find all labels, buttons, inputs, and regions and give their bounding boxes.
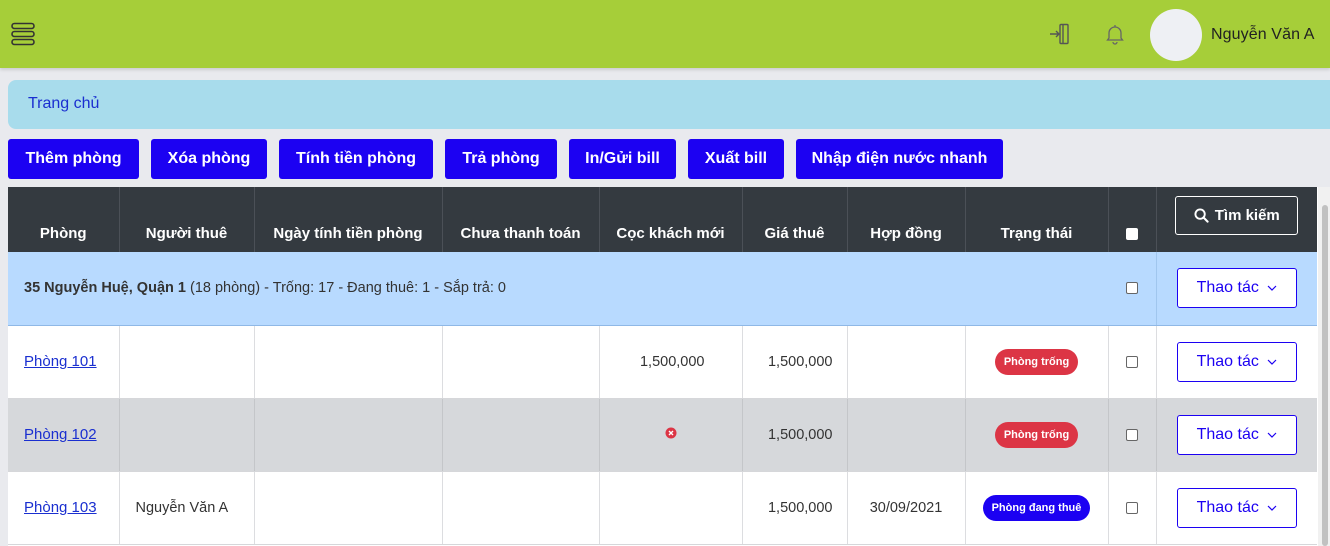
group-summary: (18 phòng) - Trống: 17 - Đang thuê: 1 - … xyxy=(190,280,506,297)
group-summary-cell: 35 Nguyễn Huệ, Quận 1 (18 phòng) - Trống… xyxy=(8,252,1108,326)
select-cell xyxy=(1108,325,1157,399)
scrollbar-thumb[interactable] xyxy=(1322,205,1328,546)
action-label: Thao tác xyxy=(1196,425,1259,443)
room-cell: Phòng 103 xyxy=(8,471,120,545)
billing-date-cell xyxy=(254,398,443,472)
chevron-down-icon xyxy=(1267,505,1277,511)
select-all-checkbox[interactable] xyxy=(1126,228,1138,241)
status-badge: Phòng trống xyxy=(994,421,1079,448)
billing-date-cell xyxy=(254,325,443,399)
export-bill-button[interactable]: Xuất bill xyxy=(688,139,784,179)
row-checkbox[interactable] xyxy=(1126,428,1138,441)
avatar[interactable] xyxy=(1150,9,1202,61)
action-cell: Thao tác xyxy=(1156,325,1317,399)
table-header-row: Phòng Người thuê Ngày tính tiền phòng Ch… xyxy=(8,187,1317,252)
top-bar: Nguyễn Văn A xyxy=(0,0,1330,68)
action-label: Thao tác xyxy=(1196,279,1259,297)
deposit-cell: 1,500,000 xyxy=(599,325,743,399)
column-header-status: Trạng thái xyxy=(965,187,1109,252)
group-action-cell: Thao tác xyxy=(1156,252,1317,326)
column-header-search: Tìm kiếm xyxy=(1156,187,1317,252)
breadcrumb-home-link[interactable]: Trang chủ xyxy=(28,95,99,113)
hamburger-icon[interactable] xyxy=(10,22,36,46)
status-badge: Phòng trống xyxy=(994,348,1079,375)
room-link[interactable]: Phòng 103 xyxy=(8,499,97,516)
status-cell: Phòng đang thuê xyxy=(965,471,1109,545)
logout-icon[interactable] xyxy=(1048,22,1072,46)
price-cell: 1,500,000 xyxy=(742,325,848,399)
column-header-deposit: Cọc khách mới xyxy=(599,187,743,252)
unpaid-cell xyxy=(442,471,600,545)
group-checkbox[interactable] xyxy=(1125,282,1138,295)
select-cell xyxy=(1108,398,1157,472)
column-header-tenant: Người thuê xyxy=(119,187,255,252)
price-cell: 1,500,000 xyxy=(742,471,848,545)
tenant-cell xyxy=(119,325,255,399)
column-header-contract: Hợp đồng xyxy=(847,187,966,252)
delete-room-button[interactable]: Xóa phòng xyxy=(151,139,267,179)
search-label: Tìm kiếm xyxy=(1214,207,1280,224)
action-label: Thao tác xyxy=(1196,352,1259,370)
group-select-cell xyxy=(1108,252,1157,326)
row-action-dropdown[interactable]: Thao tác xyxy=(1176,487,1297,528)
bell-icon[interactable] xyxy=(1103,22,1127,46)
breadcrumb: Trang chủ xyxy=(8,80,1330,129)
calc-room-fee-button[interactable]: Tính tiền phòng xyxy=(279,139,433,179)
quick-utility-input-button[interactable]: Nhập điện nước nhanh xyxy=(796,139,1003,179)
checkout-room-button[interactable]: Trả phòng xyxy=(445,139,557,179)
table-row: Phòng 103 Nguyễn Văn A 1,500,000 30/09/2… xyxy=(8,471,1317,545)
row-action-dropdown[interactable]: Thao tác xyxy=(1176,414,1297,455)
print-send-bill-button[interactable]: In/Gửi bill xyxy=(569,139,676,179)
unpaid-cell xyxy=(442,398,600,472)
table-row: Phòng 101 1,500,000 1,500,000 Phòng trốn… xyxy=(8,325,1317,399)
status-badge: Phòng đang thuê xyxy=(982,494,1091,521)
select-cell xyxy=(1108,471,1157,545)
contract-cell xyxy=(847,325,966,399)
price-cell: 1,500,000 xyxy=(742,398,848,472)
chevron-down-icon xyxy=(1267,285,1277,292)
room-link[interactable]: Phòng 101 xyxy=(8,353,97,370)
tenant-cell xyxy=(119,398,255,472)
billing-date-cell xyxy=(254,471,443,545)
action-cell: Thao tác xyxy=(1156,398,1317,472)
chevron-down-icon xyxy=(1267,432,1277,438)
contract-cell: 30/09/2021 xyxy=(847,471,966,545)
chevron-down-icon xyxy=(1267,359,1277,365)
group-row: 35 Nguyễn Huệ, Quận 1 (18 phòng) - Trống… xyxy=(8,252,1317,326)
column-header-billing-date: Ngày tính tiền phòng xyxy=(254,187,443,252)
contract-cell xyxy=(847,398,966,472)
room-cell: Phòng 101 xyxy=(8,325,120,399)
status-cell: Phòng trống xyxy=(965,398,1109,472)
action-label: Thao tác xyxy=(1196,498,1259,516)
deposit-cell xyxy=(599,398,743,472)
column-header-price: Giá thuê xyxy=(742,187,848,252)
deposit-cell xyxy=(599,471,743,545)
rooms-table: Phòng Người thuê Ngày tính tiền phòng Ch… xyxy=(8,187,1318,546)
room-cell: Phòng 102 xyxy=(8,398,120,472)
group-address: 35 Nguyễn Huệ, Quận 1 xyxy=(24,280,186,297)
row-checkbox[interactable] xyxy=(1126,501,1138,514)
column-header-select xyxy=(1108,187,1157,252)
status-cell: Phòng trống xyxy=(965,325,1109,399)
table-row: Phòng 102 1,500,000 Phòng trống Thao tác xyxy=(8,398,1317,472)
add-room-button[interactable]: Thêm phòng xyxy=(8,139,139,179)
user-name[interactable]: Nguyễn Văn A xyxy=(1211,26,1315,44)
tenant-cell: Nguyễn Văn A xyxy=(119,471,255,545)
x-circle-icon xyxy=(665,427,676,438)
row-action-dropdown[interactable]: Thao tác xyxy=(1176,341,1297,382)
group-action-dropdown[interactable]: Thao tác xyxy=(1176,268,1297,309)
unpaid-cell xyxy=(442,325,600,399)
column-header-unpaid: Chưa thanh toán xyxy=(442,187,600,252)
action-cell: Thao tác xyxy=(1156,471,1317,545)
search-button[interactable]: Tìm kiếm xyxy=(1175,196,1299,235)
column-header-room: Phòng xyxy=(8,187,120,252)
room-link[interactable]: Phòng 102 xyxy=(8,426,97,443)
row-checkbox[interactable] xyxy=(1126,355,1138,368)
search-icon xyxy=(1194,208,1209,223)
